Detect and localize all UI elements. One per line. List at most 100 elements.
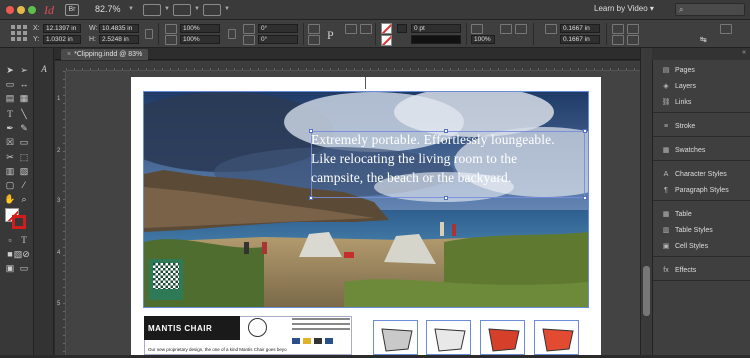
content-collector-icon[interactable]: ▤ [4, 92, 16, 104]
panel-effects[interactable]: fx Effects [661, 265, 696, 277]
rotate-90-icon[interactable] [308, 24, 320, 34]
resize-handle[interactable] [309, 196, 313, 200]
formatting-text-icon[interactable]: T [18, 234, 30, 246]
gradient-swatch-tool-icon[interactable]: ▥ [4, 165, 16, 177]
panel-table[interactable]: ▦ Table [661, 209, 692, 221]
fill-dropdown[interactable] [397, 24, 407, 33]
minimize-window-button[interactable] [17, 6, 25, 14]
product-description[interactable]: Our new proprietary design, the one of a… [148, 347, 287, 352]
close-icon[interactable]: × [67, 51, 71, 58]
gap-tool-icon[interactable]: ↔ [18, 78, 30, 90]
free-transform-tool-icon[interactable]: ⬚ [18, 151, 30, 163]
zoom-window-button[interactable] [28, 6, 36, 14]
fill-frame-icon[interactable] [612, 35, 624, 45]
headline-text[interactable]: Extremely portable. Effortlessly loungea… [311, 130, 591, 187]
chevron-down-icon[interactable]: ▼ [164, 6, 170, 12]
ruler-origin[interactable] [55, 61, 66, 71]
chair-image-frame[interactable] [426, 320, 471, 355]
panel-links[interactable]: ⛓ Links [661, 97, 692, 109]
width-field[interactable]: 10.4835 in [99, 24, 139, 33]
panel-character-styles[interactable]: A Character Styles [661, 169, 727, 181]
scale-x-field[interactable]: 100% [180, 24, 220, 33]
chevron-down-icon[interactable]: ▼ [224, 6, 230, 12]
select-container-icon[interactable] [345, 24, 357, 34]
panel-layers[interactable]: ◈ Layers [661, 81, 696, 93]
beach-campsite-photo[interactable] [144, 92, 588, 307]
pen-tool-icon[interactable]: ✒ [4, 122, 16, 134]
brand-logo-icon[interactable] [248, 318, 267, 337]
scale-y-field[interactable]: 100% [180, 35, 220, 44]
effects-fx-icon[interactable] [471, 24, 483, 34]
panel-swatches[interactable]: ▦ Swatches [661, 145, 706, 157]
direct-selection-tool-icon[interactable]: ➢ [18, 64, 30, 76]
panel-stroke[interactable]: ≡ Stroke [661, 121, 695, 133]
gradient-feather-tool-icon[interactable]: ▧ [18, 165, 30, 177]
line-tool-icon[interactable]: ╲ [18, 108, 30, 120]
corner-shape-icon[interactable] [545, 24, 557, 34]
glyphs-panel-icon[interactable]: A [38, 63, 50, 75]
zoom-tool-icon[interactable]: ⌕ [18, 193, 30, 205]
frame-fitting-field[interactable]: 0.1667 in [560, 35, 600, 44]
arrange-documents-icon[interactable] [203, 4, 221, 16]
fit-content-icon[interactable] [612, 24, 624, 34]
x-field[interactable]: 12.1397 in [43, 24, 81, 33]
shear-field[interactable]: 0° [258, 35, 298, 44]
selection-tool-icon[interactable]: ➤ [4, 64, 16, 76]
rectangle-tool-icon[interactable]: ▭ [18, 136, 30, 148]
stroke-type-dropdown[interactable] [411, 35, 461, 44]
tab-clipping-document[interactable]: × *Clipping.indd @ 83% [61, 49, 149, 60]
preview-mode-icon[interactable]: ▭ [18, 262, 30, 274]
constrain-scale-icon[interactable] [228, 29, 236, 39]
fill-none-icon[interactable] [381, 23, 392, 34]
qr-code[interactable] [149, 259, 183, 300]
rectangle-frame-tool-icon[interactable]: ☒ [4, 136, 16, 148]
page-tool-icon[interactable]: ▭ [4, 78, 16, 90]
workspace-switcher[interactable]: Learn by Video ▾ [594, 4, 654, 13]
type-tool-icon[interactable]: T [4, 108, 16, 120]
stroke-weight-field[interactable]: 0 pt [411, 24, 461, 33]
horizontal-ruler[interactable] [66, 61, 640, 71]
stroke-none-icon[interactable] [381, 35, 392, 46]
scissors-tool-icon[interactable]: ✂ [4, 151, 16, 163]
panel-paragraph-styles[interactable]: ¶ Paragraph Styles [661, 185, 729, 197]
panel-pages[interactable]: ▤ Pages [661, 65, 695, 77]
center-content-icon[interactable] [627, 35, 639, 45]
note-tool-icon[interactable]: ▢ [4, 179, 16, 191]
search-input[interactable]: ⌕ [675, 3, 745, 16]
flip-icon[interactable] [308, 35, 320, 45]
vertical-ruler[interactable] [55, 71, 66, 355]
formatting-container-icon[interactable]: ▫ [4, 234, 16, 246]
content-placer-icon[interactable]: ▦ [18, 92, 30, 104]
panel-table-styles[interactable]: ▥ Table Styles [661, 225, 713, 237]
text-wrap-icon[interactable] [515, 24, 527, 34]
stroke-swatch-icon[interactable] [12, 215, 26, 229]
resize-handle[interactable] [444, 196, 448, 200]
reference-point-icon[interactable] [11, 25, 27, 41]
collapse-panels-icon[interactable]: « [742, 49, 746, 56]
panel-cell-styles[interactable]: ▣ Cell Styles [661, 241, 708, 253]
product-title[interactable]: MANTIS CHAIR [148, 324, 212, 333]
resize-handle[interactable] [583, 196, 587, 200]
chevron-down-icon[interactable]: ▼ [128, 6, 134, 12]
fit-frame-icon[interactable] [627, 24, 639, 34]
panel-menu-icon[interactable] [720, 24, 732, 34]
y-field[interactable]: 1.0302 in [43, 35, 81, 44]
normal-view-icon[interactable]: ▣ [4, 262, 16, 274]
constrain-proportions-icon[interactable] [145, 29, 153, 39]
chair-image-frame[interactable] [480, 320, 525, 355]
close-window-button[interactable] [6, 6, 14, 14]
apply-none-icon[interactable]: ⊘ [20, 248, 32, 260]
rotate-field[interactable]: 0° [258, 24, 298, 33]
scrollbar-thumb[interactable] [643, 266, 650, 316]
bridge-button[interactable]: Br [65, 4, 79, 16]
eyedropper-tool-icon[interactable]: ⁄ [18, 179, 30, 191]
corner-size-field[interactable]: 0.1667 in [560, 24, 600, 33]
chevron-down-icon[interactable]: ▼ [194, 6, 200, 12]
select-content-icon[interactable] [360, 24, 372, 34]
chair-image-frame[interactable] [373, 320, 418, 355]
opacity-field[interactable]: 100% [471, 35, 495, 44]
zoom-level[interactable]: 82.7% [95, 4, 121, 14]
chair-image-frame[interactable] [534, 320, 579, 355]
hand-tool-icon[interactable]: ✋ [4, 193, 16, 205]
drop-shadow-icon[interactable] [500, 24, 512, 34]
